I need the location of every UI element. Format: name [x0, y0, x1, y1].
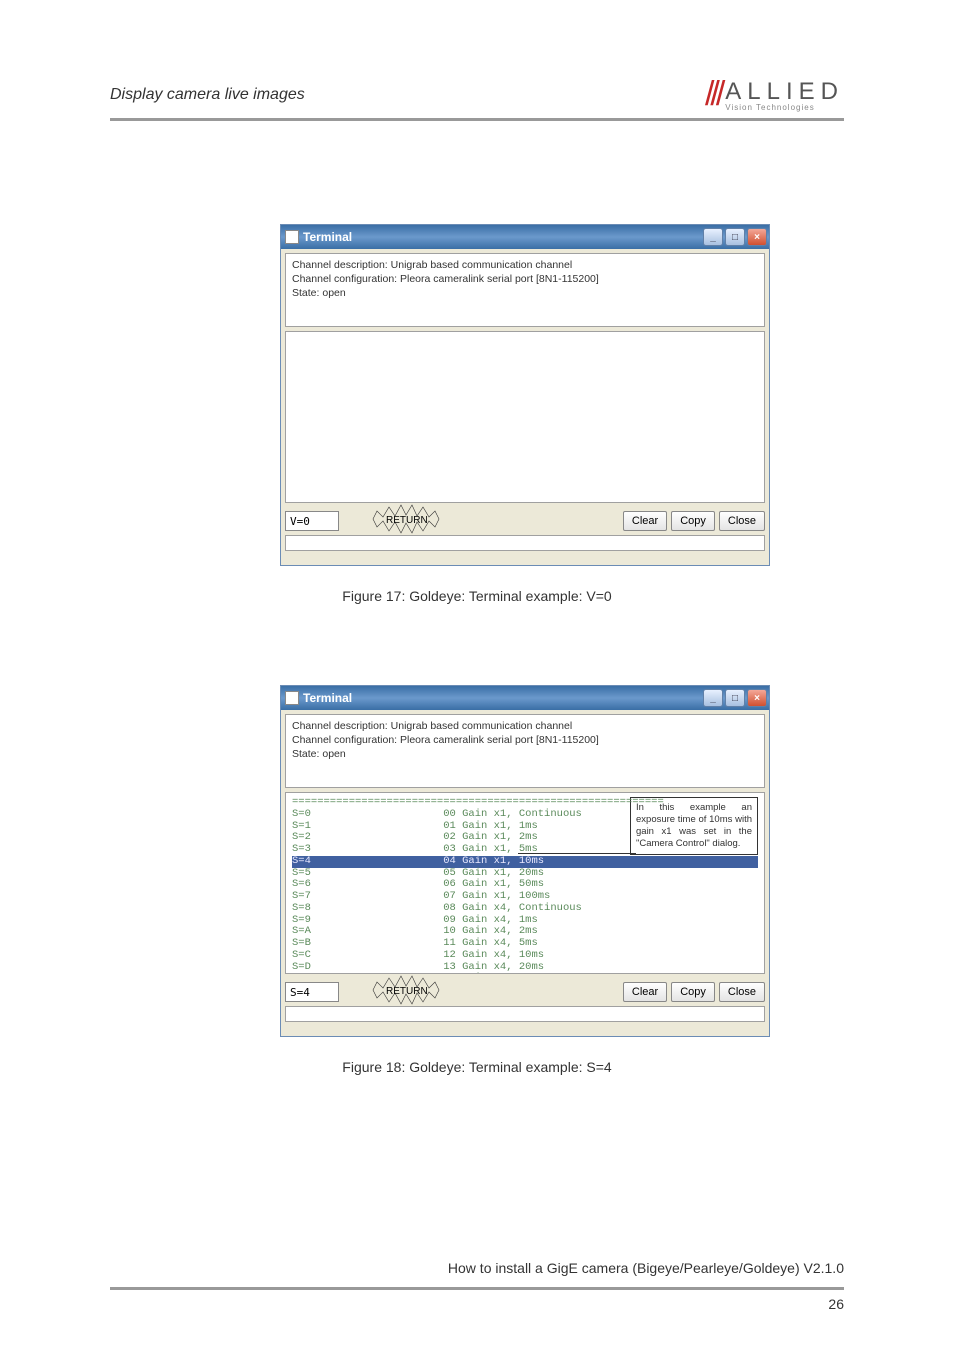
terminal-window-1: Terminal _ □ × Channel description: Unig… — [280, 224, 770, 566]
command-input[interactable] — [285, 511, 339, 531]
command-input[interactable] — [285, 982, 339, 1002]
logo-main-text: ALLIED — [725, 78, 844, 106]
minimize-button[interactable]: _ — [703, 689, 723, 707]
close-button[interactable]: Close — [719, 982, 765, 1002]
close-window-button[interactable]: × — [747, 689, 767, 707]
brand-logo: /// ALLIED Vision Technologies — [705, 75, 844, 114]
terminal-output[interactable] — [285, 331, 765, 503]
header-title: Display camera live images — [110, 86, 305, 104]
clear-button[interactable]: Clear — [623, 511, 667, 531]
close-button[interactable]: Close — [719, 511, 765, 531]
return-annotation: RETURN — [386, 515, 428, 526]
page-number: 26 — [828, 1296, 844, 1312]
window-title: Terminal — [303, 691, 352, 705]
figure-caption-17: Figure 17: Goldeye: Terminal example: V=… — [0, 588, 954, 604]
window-icon — [285, 230, 299, 244]
copy-button[interactable]: Copy — [671, 982, 715, 1002]
return-annotation: RETURN — [386, 986, 428, 997]
maximize-button[interactable]: □ — [725, 228, 745, 246]
command-row: RETURN Clear Copy Close — [281, 978, 769, 1006]
info-line: Channel configuration: Pleora cameralink… — [292, 272, 758, 286]
clear-button[interactable]: Clear — [623, 982, 667, 1002]
logo-sub-text: Vision Technologies — [725, 103, 844, 112]
info-line: State: open — [292, 286, 758, 300]
info-line: Channel description: Unigrab based commu… — [292, 258, 758, 272]
maximize-button[interactable]: □ — [725, 689, 745, 707]
footer-text: How to install a GigE camera (Bigeye/Pea… — [448, 1260, 844, 1276]
header-divider — [110, 118, 844, 121]
titlebar[interactable]: Terminal _ □ × — [281, 225, 769, 249]
info-line: State: open — [292, 747, 758, 761]
page-header: Display camera live images /// ALLIED Vi… — [110, 75, 844, 114]
terminal-text: ========================================… — [286, 793, 764, 974]
copy-button[interactable]: Copy — [671, 511, 715, 531]
channel-info-panel: Channel description: Unigrab based commu… — [285, 253, 765, 327]
terminal-output[interactable]: In this example an exposure time of 10ms… — [285, 792, 765, 974]
info-line: Channel description: Unigrab based commu… — [292, 719, 758, 733]
status-bar — [285, 535, 765, 551]
figure-caption-18: Figure 18: Goldeye: Terminal example: S=… — [0, 1059, 954, 1075]
titlebar[interactable]: Terminal _ □ × — [281, 686, 769, 710]
terminal-window-2: Terminal _ □ × Channel description: Unig… — [280, 685, 770, 1037]
window-title: Terminal — [303, 230, 352, 244]
info-line: Channel configuration: Pleora cameralink… — [292, 733, 758, 747]
logo-slashes-icon: /// — [705, 75, 721, 114]
footer-divider — [110, 1287, 844, 1290]
channel-info-panel: Channel description: Unigrab based commu… — [285, 714, 765, 788]
window-icon — [285, 691, 299, 705]
minimize-button[interactable]: _ — [703, 228, 723, 246]
command-row: RETURN Clear Copy Close — [281, 507, 769, 535]
status-bar — [285, 1006, 765, 1022]
close-window-button[interactable]: × — [747, 228, 767, 246]
